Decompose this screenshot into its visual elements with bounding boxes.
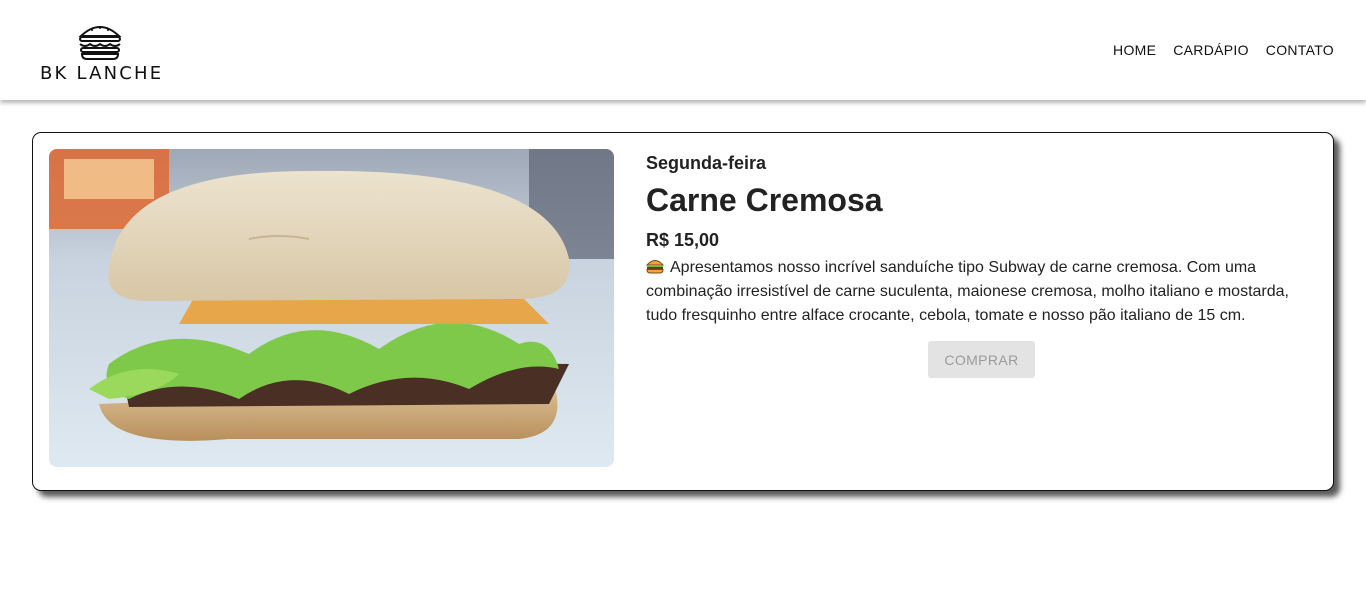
brand-logo-text: BK LANCHE [40, 63, 164, 84]
burger-emoji-icon [646, 260, 664, 274]
burger-logo-icon [78, 26, 122, 60]
product-description: Apresentamos nosso incrível sanduíche ti… [646, 259, 1289, 324]
nav-home[interactable]: HOME [1113, 42, 1156, 58]
product-card: Segunda-feira Carne Cremosa R$ 15,00 Apr… [32, 132, 1334, 491]
product-name: Carne Cremosa [646, 182, 883, 218]
brand-logo[interactable]: BK LANCHE [40, 22, 164, 84]
buy-button[interactable]: COMPRAR [928, 341, 1035, 378]
main-nav: HOME CARDÁPIO CONTATO [1096, 42, 1334, 58]
site-header: BK LANCHE HOME CARDÁPIO CONTATO [0, 0, 1366, 100]
product-info: Segunda-feira Carne Cremosa R$ 15,00 Apr… [646, 151, 1316, 328]
product-price: R$ 15,00 [646, 230, 720, 250]
product-day: Segunda-feira [646, 153, 767, 173]
sandwich-photo [49, 149, 614, 467]
nav-cardapio[interactable]: CARDÁPIO [1173, 42, 1249, 58]
product-photo [49, 149, 614, 467]
nav-contato[interactable]: CONTATO [1266, 42, 1334, 58]
product-description-block: Apresentamos nosso incrível sanduíche ti… [646, 256, 1316, 328]
